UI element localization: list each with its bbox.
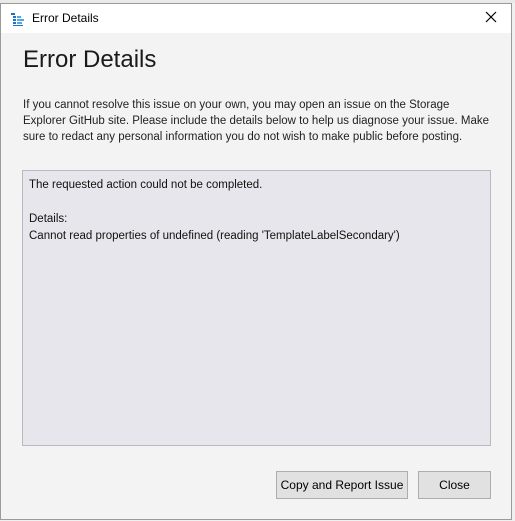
close-window-button[interactable] <box>471 4 511 33</box>
details-line: Cannot read properties of undefined (rea… <box>29 230 400 242</box>
storage-explorer-icon <box>10 11 26 27</box>
error-details-textbox[interactable]: The requested action could not be comple… <box>22 170 491 446</box>
window-title: Error Details <box>32 11 99 25</box>
title-bar[interactable]: Error Details <box>1 4 511 33</box>
details-line <box>29 194 484 211</box>
description-text: If you cannot resolve this issue on your… <box>23 99 490 143</box>
close-button[interactable]: Close <box>418 471 491 499</box>
details-line: The requested action could not be comple… <box>29 179 263 191</box>
copy-and-report-issue-button[interactable]: Copy and Report Issue <box>276 471 408 499</box>
close-icon <box>485 10 497 28</box>
details-line: Details: <box>29 213 68 225</box>
page-title: Error Details <box>23 46 157 73</box>
error-details-dialog: Error Details Error Details If you canno… <box>0 3 512 520</box>
